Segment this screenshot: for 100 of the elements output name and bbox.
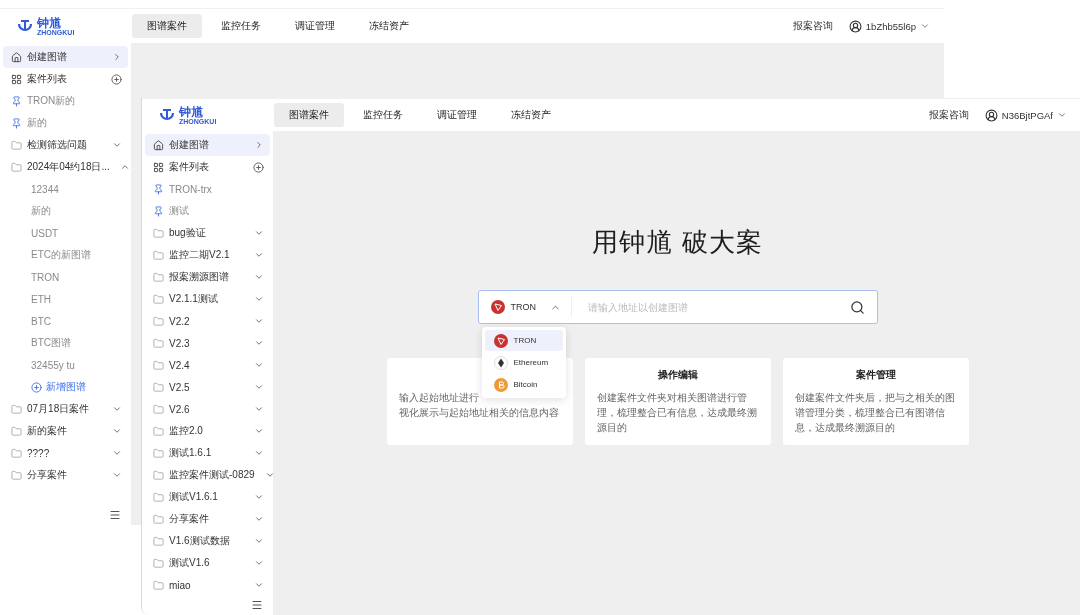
search-icon[interactable] [849, 299, 865, 315]
sidebar-subitem[interactable]: ETC的新图谱 [3, 244, 128, 266]
chevron-down-icon[interactable] [254, 514, 264, 524]
chevron-down-icon[interactable] [112, 426, 122, 436]
sidebar-item[interactable]: 案件列表 [3, 68, 128, 90]
chevron-down-icon[interactable] [254, 338, 264, 348]
sidebar-item[interactable]: 创建图谱 [145, 134, 270, 156]
chevron-down-icon[interactable] [254, 228, 264, 238]
sidebar-item[interactable]: 创建图谱 [3, 46, 128, 68]
sidebar-subitem[interactable]: 新的 [3, 200, 128, 222]
folder-icon [153, 491, 164, 503]
sidebar-item[interactable]: miao [145, 574, 270, 596]
add-circle-icon[interactable] [253, 161, 264, 173]
nav-tab[interactable]: 冻结资产 [496, 103, 566, 127]
sidebar-item[interactable]: V2.4 [145, 354, 270, 376]
sidebar-subitem[interactable]: 32455y tu [3, 354, 128, 376]
sidebar-item[interactable]: 测试V1.6 [145, 552, 270, 574]
folder-icon [153, 293, 164, 305]
folder-icon [153, 469, 164, 481]
sidebar-item[interactable]: 07月18日案件 [3, 398, 128, 420]
sidebar-subitem[interactable]: TRON [3, 266, 128, 288]
chain-option[interactable]: Bitcoin [484, 374, 563, 395]
sidebar-item[interactable]: 分享案件 [145, 508, 270, 530]
chevron-down-icon[interactable] [254, 426, 264, 436]
nav-tab[interactable]: 冻结资产 [354, 14, 424, 38]
card-text: 创建案件文件夹后，把与之相关的图谱管理分类，梳理整合已有图谱信息，达成最终溯源目的 [794, 391, 956, 435]
chain-select[interactable]: TRON [490, 297, 572, 317]
sidebar-item[interactable]: 测试V1.6.1 [145, 486, 270, 508]
add-circle-icon[interactable] [111, 73, 122, 85]
folder-icon [153, 271, 164, 283]
sidebar-subitem[interactable]: BTC [3, 310, 128, 332]
chevron-down-icon[interactable] [254, 294, 264, 304]
chevron-up-icon[interactable] [119, 162, 130, 172]
sidebar-item[interactable]: 检测筛选问题 [3, 134, 128, 156]
chevron-down-icon[interactable] [112, 470, 122, 480]
chain-option[interactable]: TRON [484, 330, 563, 351]
chevron-down-icon[interactable] [254, 448, 264, 458]
chevron-down-icon[interactable] [112, 140, 122, 150]
chain-option[interactable]: Ethereum [484, 352, 563, 373]
sidebar-item[interactable]: bug验证 [145, 222, 270, 244]
chevron-down-icon[interactable] [254, 404, 264, 414]
sidebar-item[interactable]: V2.5 [145, 376, 270, 398]
logo-icon [158, 107, 176, 123]
consult-link[interactable]: 报案咨询 [928, 108, 969, 122]
sidebar-subitem[interactable]: USDT [3, 222, 128, 244]
chevron-down-icon[interactable] [254, 250, 264, 260]
chevron-down-icon[interactable] [254, 360, 264, 370]
nav-tab[interactable]: 图谱案件 [132, 14, 202, 38]
nav-tab[interactable]: 监控任务 [348, 103, 418, 127]
folder-icon [153, 315, 164, 327]
nav-tab[interactable]: 调证管理 [280, 14, 350, 38]
nav-tab[interactable]: 调证管理 [422, 103, 492, 127]
chevron-down-icon[interactable] [254, 492, 264, 502]
sidebar-item[interactable]: 测试 [145, 200, 270, 222]
consult-link[interactable]: 报案咨询 [792, 19, 833, 33]
chevron-down-icon[interactable] [254, 316, 264, 326]
card-text: 输入起始地址进行 [398, 391, 480, 405]
chevron-down-icon[interactable] [264, 470, 275, 480]
nav-tab[interactable]: 监控任务 [206, 14, 276, 38]
sidebar-item[interactable]: ???? [3, 442, 128, 464]
chevron-down-icon[interactable] [254, 536, 264, 546]
sidebar-subitem[interactable]: 12344 [3, 178, 128, 200]
sidebar-item[interactable]: 报案溯源图谱 [145, 266, 270, 288]
sidebar-item[interactable]: V2.1.1测试 [145, 288, 270, 310]
sidebar-item[interactable]: 监控2.0 [145, 420, 270, 442]
menu-button[interactable] [109, 509, 121, 521]
chevron-down-icon[interactable] [112, 404, 122, 414]
chevron-down-icon[interactable] [254, 558, 264, 568]
menu-button[interactable] [251, 599, 263, 611]
menu-icon [109, 509, 121, 521]
sidebar-subitem[interactable]: BTC图谱 [3, 332, 128, 354]
sidebar-item[interactable]: 分享案件 [3, 464, 128, 486]
sidebar-item[interactable]: V1.6测试数据 [145, 530, 270, 552]
sidebar-item[interactable]: TRON-trx [145, 178, 270, 200]
sidebar-item[interactable]: 2024年04约18日... [3, 156, 128, 178]
sidebar-item[interactable]: 监控案件测试-0829 [145, 464, 270, 486]
user-icon [848, 19, 862, 33]
sidebar-item[interactable]: V2.2 [145, 310, 270, 332]
logo-text: 钟馗 [37, 16, 61, 29]
sidebar-item[interactable]: 新的案件 [3, 420, 128, 442]
sidebar-item[interactable]: V2.6 [145, 398, 270, 420]
sidebar-item[interactable]: 测试1.6.1 [145, 442, 270, 464]
sidebar-item[interactable]: 案件列表 [145, 156, 270, 178]
coin-icon [493, 333, 508, 348]
sidebar-item[interactable]: 监控二期V2.1 [145, 244, 270, 266]
sidebar-item[interactable]: 新的 [3, 112, 128, 134]
sidebar-item[interactable]: TRON新的 [3, 90, 128, 112]
nav-tab[interactable]: 图谱案件 [274, 103, 344, 127]
chevron-down-icon[interactable] [254, 580, 264, 590]
logo-text: 钟馗 [179, 105, 203, 118]
chevron-down-icon[interactable] [112, 448, 122, 458]
chevron-down-icon [920, 21, 930, 31]
user-icon [984, 108, 998, 122]
user-menu[interactable]: 1bZhb55l6p [848, 19, 930, 33]
grid-icon [11, 73, 22, 85]
add-graph-link[interactable]: 新增图谱 [3, 376, 128, 398]
chevron-down-icon[interactable] [254, 382, 264, 392]
sidebar-item[interactable]: V2.3 [145, 332, 270, 354]
user-menu[interactable]: N36BjtPGAf [984, 108, 1067, 122]
chevron-down-icon[interactable] [254, 272, 264, 282]
